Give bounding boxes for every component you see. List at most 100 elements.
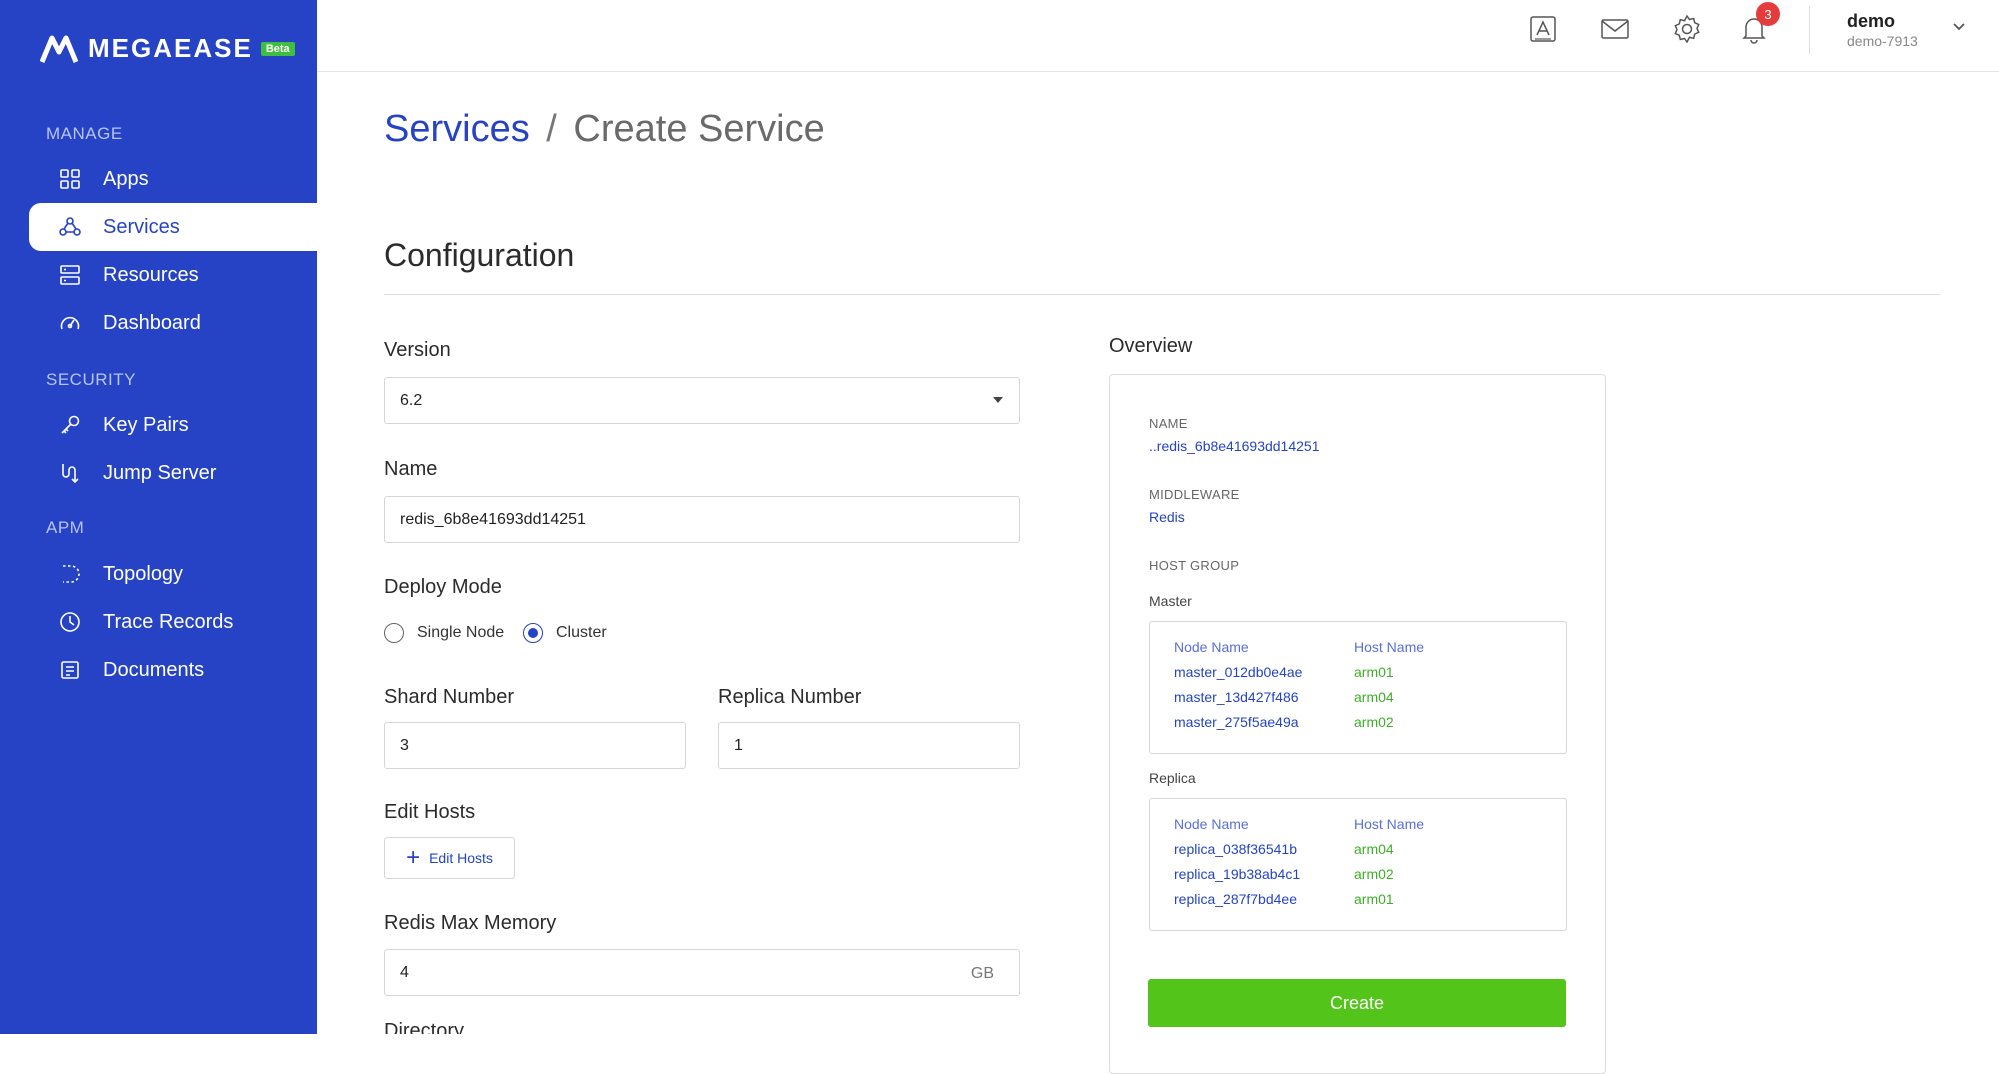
shard-number-input[interactable]: 3 <box>384 722 686 769</box>
host-name: arm02 <box>1354 714 1394 730</box>
plus-icon: + <box>406 844 421 871</box>
sidebar-item-resources[interactable]: Resources <box>29 251 317 299</box>
replica-group-label: Replica <box>1149 770 1196 786</box>
breadcrumb-separator: / <box>546 108 557 150</box>
sidebar-item-topology[interactable]: Topology <box>29 550 317 598</box>
translate-button[interactable] <box>1527 13 1561 47</box>
chevron-down-icon[interactable] <box>1950 18 1968 36</box>
radio-label: Single Node <box>417 624 505 641</box>
section-divider <box>384 294 1940 295</box>
host-name: arm02 <box>1354 866 1394 882</box>
sidebar-item-label: Topology <box>103 562 184 585</box>
node-name: master_012db0e4ae <box>1174 664 1303 680</box>
overview-title: Overview <box>1109 335 1193 357</box>
replica-number-label: Replica Number <box>718 686 862 708</box>
user-name[interactable]: demo <box>1847 11 1895 32</box>
sidebar-item-label: Key Pairs <box>103 413 189 436</box>
node-name: replica_038f36541b <box>1174 841 1297 857</box>
node-name: replica_287f7bd4ee <box>1174 891 1297 907</box>
overview-name-value: ..redis_6b8e41693dd14251 <box>1149 438 1320 454</box>
master-host-table: Node Name Host Name master_012db0e4ae ar… <box>1149 621 1567 754</box>
host-name: arm04 <box>1354 841 1394 857</box>
sidebar-item-label: Resources <box>103 263 199 286</box>
clock-icon <box>60 612 80 632</box>
beta-badge: Beta <box>260 41 295 56</box>
document-icon <box>61 661 79 679</box>
notification-badge: 3 <box>1756 2 1780 26</box>
version-value: 6.2 <box>400 391 423 409</box>
apps-icon <box>60 169 80 189</box>
sidebar-item-documents[interactable]: Documents <box>29 646 317 694</box>
resources-icon <box>60 265 80 285</box>
sidebar-item-label: Jump Server <box>103 461 217 484</box>
breadcrumb: Services / Create Service <box>384 108 825 151</box>
brand-logo[interactable]: MEGAEASE Beta <box>40 33 295 64</box>
sidebar-item-apps[interactable]: Apps <box>29 155 317 203</box>
sidebar-item-trace-records[interactable]: Trace Records <box>29 598 317 646</box>
sidebar-item-label: Services <box>103 215 180 238</box>
version-label: Version <box>384 339 451 361</box>
overview-host-group-key: HOST GROUP <box>1149 558 1240 573</box>
memory-unit: GB <box>970 965 994 982</box>
replica-number-input[interactable]: 1 <box>718 722 1020 769</box>
shard-number-label: Shard Number <box>384 686 515 708</box>
brand-name: MEGAEASE <box>88 33 253 63</box>
node-name: master_13d427f486 <box>1174 689 1299 705</box>
gear-icon <box>1674 14 1700 44</box>
name-input[interactable]: redis_6b8e41693dd14251 <box>384 496 1020 543</box>
radio-single-node[interactable]: Single Node <box>384 623 504 643</box>
mail-icon <box>1601 19 1629 39</box>
messages-button[interactable] <box>1599 13 1633 47</box>
directory-label: Directory <box>384 1020 465 1034</box>
column-node-name: Node Name <box>1174 816 1249 832</box>
section-manage: MANAGE <box>46 124 123 143</box>
sidebar-item-label: Dashboard <box>103 311 201 334</box>
caret-down-icon <box>993 397 1003 403</box>
sidebar-item-jump-server[interactable]: Jump Server <box>29 449 317 497</box>
user-id: demo-7913 <box>1847 33 1918 49</box>
radio-circle <box>384 623 404 643</box>
radio-cluster[interactable]: Cluster <box>523 623 607 643</box>
sidebar-item-label: Trace Records <box>103 610 234 633</box>
sidebar-item-services[interactable]: Services <box>29 203 317 251</box>
column-node-name: Node Name <box>1174 639 1249 655</box>
master-group-label: Master <box>1149 593 1192 609</box>
topology-icon <box>63 565 80 583</box>
edit-hosts-button-label: Edit Hosts <box>429 850 493 866</box>
host-name: arm04 <box>1354 689 1394 705</box>
notifications-button[interactable]: 3 <box>1738 2 1780 47</box>
redis-max-memory-input[interactable]: 4 GB <box>384 949 1020 996</box>
overview-card: NAME ..redis_6b8e41693dd14251 MIDDLEWARE… <box>1109 374 1606 1074</box>
section-apm: APM <box>46 518 85 537</box>
settings-button[interactable] <box>1671 13 1705 47</box>
header-divider <box>1809 6 1810 54</box>
create-button[interactable]: Create <box>1148 979 1566 1027</box>
redis-max-memory-label: Redis Max Memory <box>384 912 557 934</box>
sidebar-item-label: Apps <box>103 167 149 190</box>
redis-max-memory-value: 4 <box>400 963 409 981</box>
overview-middleware-value: Redis <box>1149 509 1185 525</box>
host-name: arm01 <box>1354 891 1394 907</box>
configuration-title: Configuration <box>384 237 575 273</box>
sidebar-item-dashboard[interactable]: Dashboard <box>29 299 317 347</box>
translate-icon <box>1530 16 1556 42</box>
edit-hosts-label: Edit Hosts <box>384 801 476 823</box>
dashboard-icon <box>60 316 80 330</box>
breadcrumb-current: Create Service <box>573 108 825 150</box>
shard-number-value: 3 <box>400 736 409 754</box>
version-select[interactable]: 6.2 <box>384 377 1020 424</box>
top-bar: 3 <box>317 0 1999 72</box>
column-host-name: Host Name <box>1354 816 1425 832</box>
overview-middleware-key: MIDDLEWARE <box>1149 487 1240 502</box>
megaease-logo-icon <box>40 35 78 63</box>
breadcrumb-services-link[interactable]: Services <box>384 108 530 150</box>
replica-number-value: 1 <box>734 736 743 754</box>
sidebar-item-key-pairs[interactable]: Key Pairs <box>29 401 317 449</box>
sidebar-item-label: Documents <box>103 658 205 681</box>
edit-hosts-button[interactable]: + Edit Hosts <box>384 837 515 879</box>
name-label: Name <box>384 458 438 480</box>
replica-host-table: Node Name Host Name replica_038f36541b a… <box>1149 798 1567 931</box>
deploy-mode-label: Deploy Mode <box>384 576 502 598</box>
node-name: master_275f5ae49a <box>1174 714 1299 730</box>
key-icon <box>61 415 80 434</box>
